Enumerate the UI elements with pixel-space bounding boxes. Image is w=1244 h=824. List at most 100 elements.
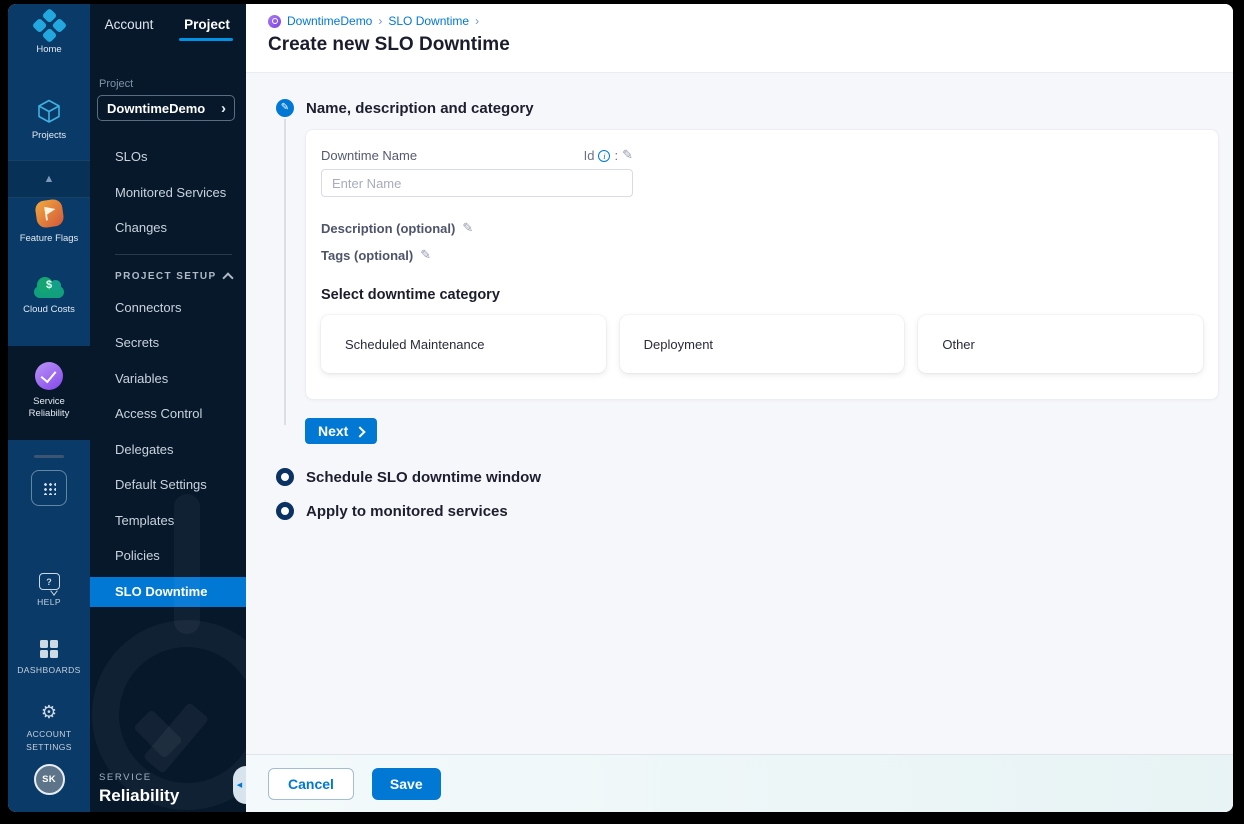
triangle-up-icon: ▲ [43,172,55,185]
sidebar-item-templates[interactable]: Templates [90,503,246,539]
edit-description-pencil-icon[interactable]: ✎ [462,222,473,235]
rail-item-service-reliability[interactable]: Service Reliability [8,346,90,440]
rail-item-label: Feature Flags [19,233,79,244]
page-title: Create new SLO Downtime [268,34,510,55]
chevron-up-icon [222,271,234,284]
sidebar-item-connectors[interactable]: Connectors [90,290,246,326]
dashboards-icon [40,640,58,658]
help-chat-icon: ? [38,573,60,590]
avatar[interactable]: SK [33,764,65,795]
step1-edit-icon: ✎ [276,99,294,117]
step3-radio-icon [276,502,294,520]
module-kicker: SERVICE [99,772,152,783]
edit-tags-pencil-icon[interactable]: ✎ [420,249,431,262]
rail-scroll-up[interactable]: ▲ [8,160,90,198]
question-glyph: ? [46,576,52,587]
sidebar-item-slos[interactable]: SLOs [90,139,246,175]
rail-item-label: Service Reliability [28,396,70,420]
project-scope-label: Project [99,78,134,90]
sidebar-item-access-control[interactable]: Access Control [90,396,246,432]
sidebar-item-secrets[interactable]: Secrets [90,325,246,361]
rail-item-label: Cloud Costs [23,304,75,315]
step3-title: Apply to monitored services [306,502,508,520]
rail-item-cloud-costs[interactable]: $ Cloud Costs [8,276,90,316]
category-card-deployment[interactable]: Deployment [619,315,905,373]
sidebar-item-default-settings[interactable]: Default Settings [90,467,246,503]
rail-item-label: Home [36,44,62,55]
wizard-step-2[interactable]: Schedule SLO downtime window [276,468,1233,486]
next-button-label: Next [318,423,349,439]
sidebar-item-variables[interactable]: Variables [90,361,246,397]
service-reliability-icon [35,362,63,390]
feature-flags-icon [33,198,65,229]
nine-dots-icon [42,481,56,495]
sidebar-item-monitored-services[interactable]: Monitored Services [90,175,246,211]
id-group: Id i : ✎ [584,148,633,163]
downtime-name-label: Downtime Name [321,148,418,163]
tab-account[interactable]: Account [90,4,168,48]
project-selector[interactable]: DowntimeDemo › [97,95,235,121]
step1-form-card: Downtime Name Id i : ✎ Description (opti… [305,129,1219,400]
grid-button[interactable] [31,470,67,506]
name-field-header: Downtime Name Id i : ✎ [321,148,633,163]
tab-project[interactable]: Project [168,4,246,48]
app-window: Home Projects ▲ Feature Flags $ Cloud Co… [8,4,1233,812]
breadcrumb-separator: › [475,14,480,28]
rail-item-help[interactable]: ? HELP [8,573,90,609]
action-footer: Cancel Save [246,754,1233,812]
cancel-button[interactable]: Cancel [268,767,354,800]
sidebar-item-delegates[interactable]: Delegates [90,432,246,468]
rail-divider [34,455,64,458]
category-card-other[interactable]: Other [918,315,1204,373]
collapse-left-icon: ◀ [236,781,243,789]
step-connector-line [284,119,286,425]
category-section-label: Select downtime category [321,287,500,303]
tags-row[interactable]: Tags (optional) ✎ [321,248,1203,263]
rail-item-profile[interactable]: SK [8,764,90,795]
step1-title: Name, description and category [306,99,534,117]
module-tag: SERVICE Reliability [99,772,179,806]
rail-item-feature-flags[interactable]: Feature Flags [8,198,90,245]
rail-item-account-settings[interactable]: ⚙ ACCOUNT SETTINGS [8,704,90,754]
sidebar-divider [115,253,232,255]
chevron-right-icon [354,425,367,438]
scope-tabs: Account Project [90,4,246,48]
description-row[interactable]: Description (optional) ✎ [321,221,1203,236]
sidebar-item-changes[interactable]: Changes [90,210,246,246]
sidebar-item-slo-downtime[interactable]: SLO Downtime [90,576,246,607]
step2-title: Schedule SLO downtime window [306,468,542,486]
cloud-costs-icon: $ [34,277,64,298]
project-name: DowntimeDemo [107,100,206,116]
breadcrumb-project-link[interactable]: DowntimeDemo [287,14,372,28]
wizard-step-3[interactable]: Apply to monitored services [276,502,1233,520]
wizard-step-1[interactable]: ✎ Name, description and category [276,99,1233,117]
rail-item-home[interactable]: Home [8,7,90,56]
category-card-scheduled-maintenance[interactable]: Scheduled Maintenance [321,315,606,373]
module-rail: Home Projects ▲ Feature Flags $ Cloud Co… [8,4,90,812]
gear-icon: ⚙ [40,702,58,723]
next-button[interactable]: Next [305,418,378,444]
rail-item-label: Projects [31,130,67,141]
id-label: Id [583,148,595,163]
info-icon[interactable]: i [598,149,611,162]
rail-item-label: HELP [37,597,61,607]
downtime-name-input[interactable] [321,169,633,197]
breadcrumb-section-link[interactable]: SLO Downtime [388,14,469,28]
rail-item-dashboards[interactable]: DASHBOARDS [8,640,90,677]
watermark-check [145,694,215,742]
project-setup-header[interactable]: PROJECT SETUP [90,270,246,284]
sidebar-collapse-button[interactable]: ◀ [233,766,246,804]
sidebar-nav: SLOs Monitored Services Changes PROJECT … [90,139,246,607]
breadcrumb: DowntimeDemo › SLO Downtime › [268,14,1233,28]
dollar-icon: $ [45,279,53,291]
wizard-content: ✎ Name, description and category Downtim… [246,73,1233,754]
tags-label: Tags (optional) [321,248,414,263]
sidebar-item-policies[interactable]: Policies [90,538,246,574]
edit-id-pencil-icon[interactable]: ✎ [622,149,633,162]
project-setup-label: PROJECT SETUP [115,270,217,282]
save-button[interactable]: Save [371,767,441,800]
module-name: Reliability [99,786,180,805]
rail-item-projects[interactable]: Projects [8,98,90,142]
rail-module-picker[interactable] [8,470,90,506]
breadcrumb-separator: › [378,14,383,28]
